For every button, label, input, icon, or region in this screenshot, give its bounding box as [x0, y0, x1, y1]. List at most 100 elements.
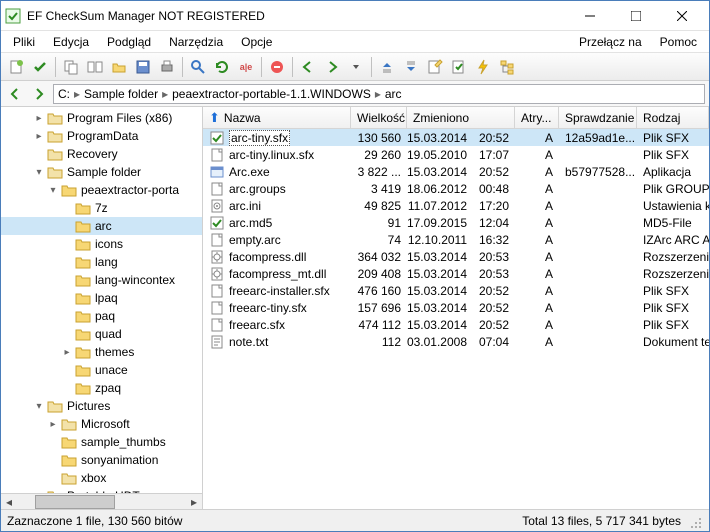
breadcrumb[interactable]: C: ▸ Sample folder ▸ peaextractor-portab…	[53, 84, 705, 104]
file-row[interactable]: note.txt11203.01.200807:04ADokument teks…	[203, 333, 709, 350]
tree-node[interactable]: ▸Microsoft	[1, 415, 203, 433]
tb-find-icon[interactable]	[187, 56, 209, 78]
tree-node[interactable]: quad	[1, 325, 203, 343]
tb-sort-asc-icon[interactable]	[376, 56, 398, 78]
file-row[interactable]: arc.groups3 41918.06.201200:48APlik GROU…	[203, 180, 709, 197]
tree-toggle-icon[interactable]	[61, 274, 73, 286]
tree-toggle-icon[interactable]	[61, 364, 73, 376]
scroll-right-icon[interactable]: ▸	[186, 494, 202, 510]
menu-files[interactable]: Pliki	[5, 33, 43, 51]
scroll-thumb[interactable]	[35, 495, 115, 509]
tb-tree-icon[interactable]	[496, 56, 518, 78]
tree-node[interactable]: icons	[1, 235, 203, 253]
tree-toggle-icon[interactable]	[47, 436, 59, 448]
tb-refresh-icon[interactable]	[211, 56, 233, 78]
file-row[interactable]: freearc.sfx474 11215.03.201420:52APlik S…	[203, 316, 709, 333]
tree-toggle-icon[interactable]: ▾	[47, 184, 59, 196]
tb-open-icon[interactable]	[108, 56, 130, 78]
tree-toggle-icon[interactable]	[61, 328, 73, 340]
col-check[interactable]: Sprawdzanie	[559, 107, 637, 128]
tree-node[interactable]: sample_thumbs	[1, 433, 203, 451]
tb-save-icon[interactable]	[132, 56, 154, 78]
tree-scrollbar-horizontal[interactable]: ◂ ▸	[1, 493, 202, 509]
tree-toggle-icon[interactable]: ▸	[61, 346, 73, 358]
tb-print-icon[interactable]	[156, 56, 178, 78]
tree-node[interactable]: arc	[1, 217, 203, 235]
file-row[interactable]: empty.arc7412.10.201116:32AIZArc ARC Arc…	[203, 231, 709, 248]
tree-toggle-icon[interactable]: ▾	[33, 400, 45, 412]
tree-node[interactable]: ▸ProgramData	[1, 127, 203, 145]
folder-tree-pane[interactable]: ▸Program Files (x86)▸ProgramDataRecovery…	[1, 107, 203, 509]
file-row[interactable]: freearc-installer.sfx476 16015.03.201420…	[203, 282, 709, 299]
menu-switch[interactable]: Przełącz na	[571, 33, 650, 51]
tb-edit-icon[interactable]	[424, 56, 446, 78]
file-row[interactable]: facompress.dll364 03215.03.201420:53ARoz…	[203, 248, 709, 265]
tb-bolt-icon[interactable]	[472, 56, 494, 78]
menu-edit[interactable]: Edycja	[45, 33, 97, 51]
tree-node[interactable]: Recovery	[1, 145, 203, 163]
tb-compare-icon[interactable]	[84, 56, 106, 78]
minimize-button[interactable]	[567, 2, 613, 30]
tree-node[interactable]: ▾Pictures	[1, 397, 203, 415]
close-button[interactable]	[659, 2, 705, 30]
tree-toggle-icon[interactable]	[47, 472, 59, 484]
tree-toggle-icon[interactable]	[61, 292, 73, 304]
tree-toggle-icon[interactable]: ▾	[33, 166, 45, 178]
tree-node[interactable]: lang-wincontex	[1, 271, 203, 289]
tree-toggle-icon[interactable]	[61, 310, 73, 322]
tb-stop-icon[interactable]	[266, 56, 288, 78]
tb-copy-icon[interactable]	[60, 56, 82, 78]
nav-forward-button[interactable]	[29, 84, 49, 104]
tree-toggle-icon[interactable]	[61, 256, 73, 268]
tb-forward-icon[interactable]	[321, 56, 343, 78]
maximize-button[interactable]	[613, 2, 659, 30]
tb-abc-icon[interactable]: a|e	[235, 56, 257, 78]
tree-node[interactable]: paq	[1, 307, 203, 325]
tree-toggle-icon[interactable]	[47, 454, 59, 466]
tb-back-icon[interactable]	[297, 56, 319, 78]
tree-node[interactable]: zpaq	[1, 379, 203, 397]
nav-back-button[interactable]	[5, 84, 25, 104]
breadcrumb-drive[interactable]: C:	[58, 87, 70, 101]
tb-check-icon[interactable]	[29, 56, 51, 78]
tree-node[interactable]: ▸themes	[1, 343, 203, 361]
menu-options[interactable]: Opcje	[233, 33, 280, 51]
menu-view[interactable]: Podgląd	[99, 33, 159, 51]
tree-toggle-icon[interactable]: ▸	[33, 112, 45, 124]
tb-dropdown-icon[interactable]	[345, 56, 367, 78]
tree-toggle-icon[interactable]: ▸	[47, 418, 59, 430]
resize-grip-icon[interactable]	[689, 514, 703, 528]
breadcrumb-part-2[interactable]: arc	[385, 87, 402, 101]
tree-node[interactable]: 7z	[1, 199, 203, 217]
tb-new-icon[interactable]	[5, 56, 27, 78]
tree-node[interactable]: lpaq	[1, 289, 203, 307]
tree-toggle-icon[interactable]	[61, 220, 73, 232]
menu-tools[interactable]: Narzędzia	[161, 33, 231, 51]
col-modified[interactable]: Zmieniono	[407, 107, 515, 128]
file-list-body[interactable]: arc-tiny.sfx130 56015.03.201420:52A12a59…	[203, 129, 709, 509]
tree-node[interactable]: ▸Program Files (x86)	[1, 109, 203, 127]
menu-help[interactable]: Pomoc	[652, 33, 705, 51]
file-row[interactable]: facompress_mt.dll209 40815.03.201420:53A…	[203, 265, 709, 282]
breadcrumb-part-1[interactable]: peaextractor-portable-1.1.WINDOWS	[172, 87, 371, 101]
col-kind[interactable]: Rodzaj	[637, 107, 709, 128]
scroll-left-icon[interactable]: ◂	[1, 494, 17, 510]
file-row[interactable]: arc-tiny.sfx130 56015.03.201420:52A12a59…	[203, 129, 709, 146]
col-name[interactable]: ⬆ Nazwa	[203, 107, 351, 128]
file-row[interactable]: Arc.exe3 822 ...15.03.201420:52Ab5797752…	[203, 163, 709, 180]
tree-toggle-icon[interactable]	[61, 382, 73, 394]
tree-node[interactable]: xbox	[1, 469, 203, 487]
file-row[interactable]: arc.ini49 82511.07.201217:20AUstawienia …	[203, 197, 709, 214]
tree-node[interactable]: unace	[1, 361, 203, 379]
col-attr[interactable]: Atry...	[515, 107, 559, 128]
tb-sort-desc-icon[interactable]	[400, 56, 422, 78]
tree-node[interactable]: sonyanimation	[1, 451, 203, 469]
file-row[interactable]: freearc-tiny.sfx157 69615.03.201420:52AP…	[203, 299, 709, 316]
tree-toggle-icon[interactable]	[61, 238, 73, 250]
tree-toggle-icon[interactable]	[61, 202, 73, 214]
tree-node[interactable]: ▾peaextractor-porta	[1, 181, 203, 199]
breadcrumb-part-0[interactable]: Sample folder	[84, 87, 158, 101]
tree-toggle-icon[interactable]: ▸	[33, 130, 45, 142]
file-row[interactable]: arc.md59117.09.201512:04AMD5-File	[203, 214, 709, 231]
col-size[interactable]: Wielkość	[351, 107, 407, 128]
